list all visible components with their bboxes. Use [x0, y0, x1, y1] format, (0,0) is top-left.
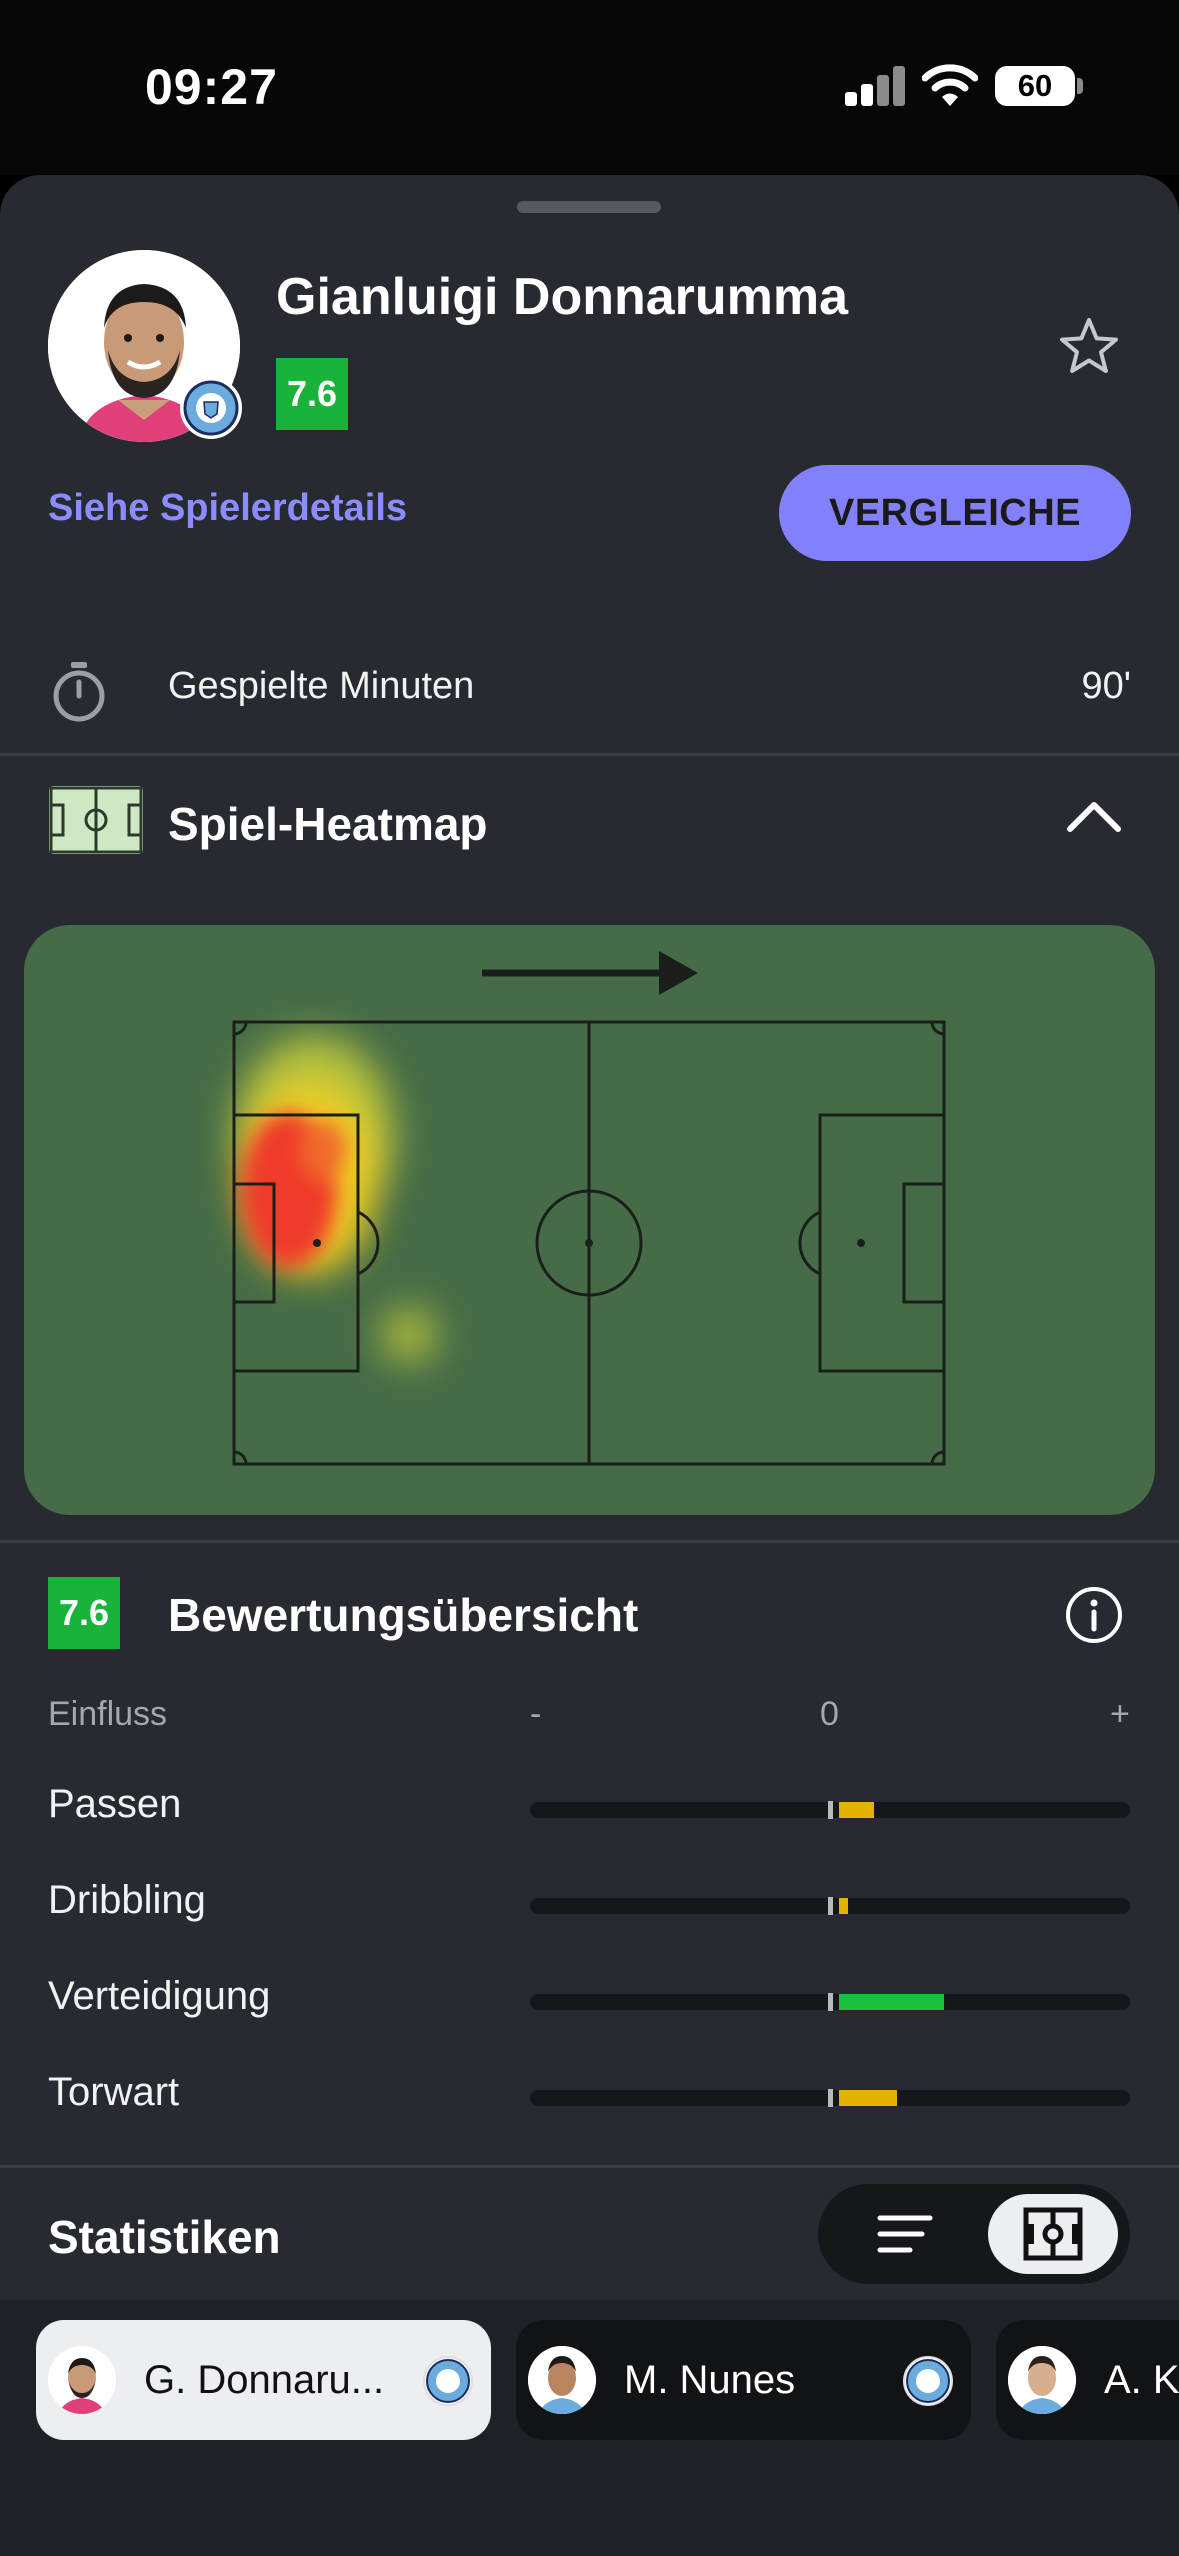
metric-track — [530, 2089, 1130, 2107]
status-time: 09:27 — [145, 59, 278, 115]
pitch-icon — [49, 786, 143, 854]
minutes-value: 90' — [1081, 665, 1131, 707]
metric-fill — [839, 1994, 944, 2010]
metric-row-passing: Passen — [0, 1760, 1179, 1856]
sheet-grabber[interactable] — [517, 201, 661, 213]
statistics-header: Statistiken — [0, 2167, 1179, 2297]
player-avatar — [1008, 2346, 1076, 2414]
player-tab-donnarumma[interactable]: G. Donnaru... — [36, 2320, 491, 2440]
metric-track — [530, 1993, 1130, 2011]
metric-row-defending: Verteidigung — [0, 1952, 1179, 2048]
player-avatar — [48, 2346, 116, 2414]
cellular-signal-icon — [845, 66, 907, 106]
player-tab-name: A. Kh — [1104, 2358, 1179, 2402]
club-badge-icon — [180, 377, 242, 439]
heatmap-title: Spiel-Heatmap — [168, 798, 488, 850]
player-tab-name: M. Nunes — [624, 2358, 796, 2402]
metric-row-goalkeeping: Torwart — [0, 2048, 1179, 2144]
minutes-played-row: Gespielte Minuten 90' — [0, 615, 1179, 755]
club-badge-icon — [423, 2356, 473, 2406]
minutes-label: Gespielte Minuten — [168, 665, 475, 707]
player-tabs-bar: G. Donnaru... M. Nunes A. K — [0, 2300, 1179, 2556]
player-tab-name: G. Donnaru... — [144, 2358, 385, 2402]
favorite-star-icon[interactable] — [1057, 315, 1121, 379]
chevron-up-icon[interactable] — [1066, 795, 1122, 835]
player-details-link[interactable]: Siehe Spielerdetails — [48, 487, 407, 530]
metric-fill — [839, 1898, 848, 1914]
metric-fill — [839, 1802, 874, 1818]
metric-row-dribbling: Dribbling — [0, 1856, 1179, 1952]
status-bar: 09:27 60 — [0, 0, 1179, 175]
stopwatch-icon — [53, 662, 105, 722]
player-name: Gianluigi Donnarumma — [276, 268, 849, 326]
player-avatar — [528, 2346, 596, 2414]
pitch-view-button[interactable] — [988, 2194, 1118, 2274]
rating-overview-badge: 7.6 — [48, 1577, 120, 1649]
info-icon[interactable] — [1064, 1585, 1124, 1645]
club-badge-icon — [903, 2356, 953, 2406]
impact-scale-row: Einfluss - 0 + — [0, 1695, 1179, 1745]
metric-label: Passen — [48, 1782, 182, 1826]
view-toggle — [818, 2184, 1130, 2284]
pitch-icon — [1023, 2207, 1083, 2261]
metric-track — [530, 1897, 1130, 1915]
attack-direction-arrow-icon — [482, 951, 698, 995]
impact-label: Einfluss — [48, 1695, 168, 1733]
compare-button[interactable]: VERGLEICHE — [779, 465, 1131, 561]
heatmap-pitch — [232, 951, 946, 1466]
metric-fill — [839, 2090, 897, 2106]
player-tab-nunes[interactable]: M. Nunes — [516, 2320, 971, 2440]
list-view-button[interactable] — [838, 2194, 968, 2274]
scale-plus: + — [1110, 1695, 1130, 1733]
scale-minus: - — [530, 1695, 542, 1733]
statistics-title: Statistiken — [48, 2211, 281, 2263]
metric-track — [530, 1801, 1130, 1819]
wifi-icon — [922, 64, 978, 106]
metric-label: Dribbling — [48, 1878, 206, 1922]
metric-label: Torwart — [48, 2070, 180, 2114]
rating-overview-title: Bewertungsübersicht — [168, 1589, 639, 1641]
player-rating-badge: 7.6 — [276, 358, 348, 430]
metric-label: Verteidigung — [48, 1974, 271, 2018]
player-sheet: Gianluigi Donnarumma 7.6 Siehe Spielerde… — [0, 175, 1179, 2556]
battery-level: 60 — [995, 66, 1075, 106]
heatmap-card — [24, 925, 1155, 1515]
player-tab-kh[interactable]: A. Kh — [996, 2320, 1179, 2440]
heatmap-section-header[interactable]: Spiel-Heatmap — [0, 755, 1179, 885]
list-lines-icon — [877, 2215, 933, 2253]
battery-icon: 60 — [995, 66, 1083, 106]
rating-overview-header: 7.6 Bewertungsübersicht — [0, 1535, 1179, 1665]
scale-zero: 0 — [820, 1695, 839, 1733]
